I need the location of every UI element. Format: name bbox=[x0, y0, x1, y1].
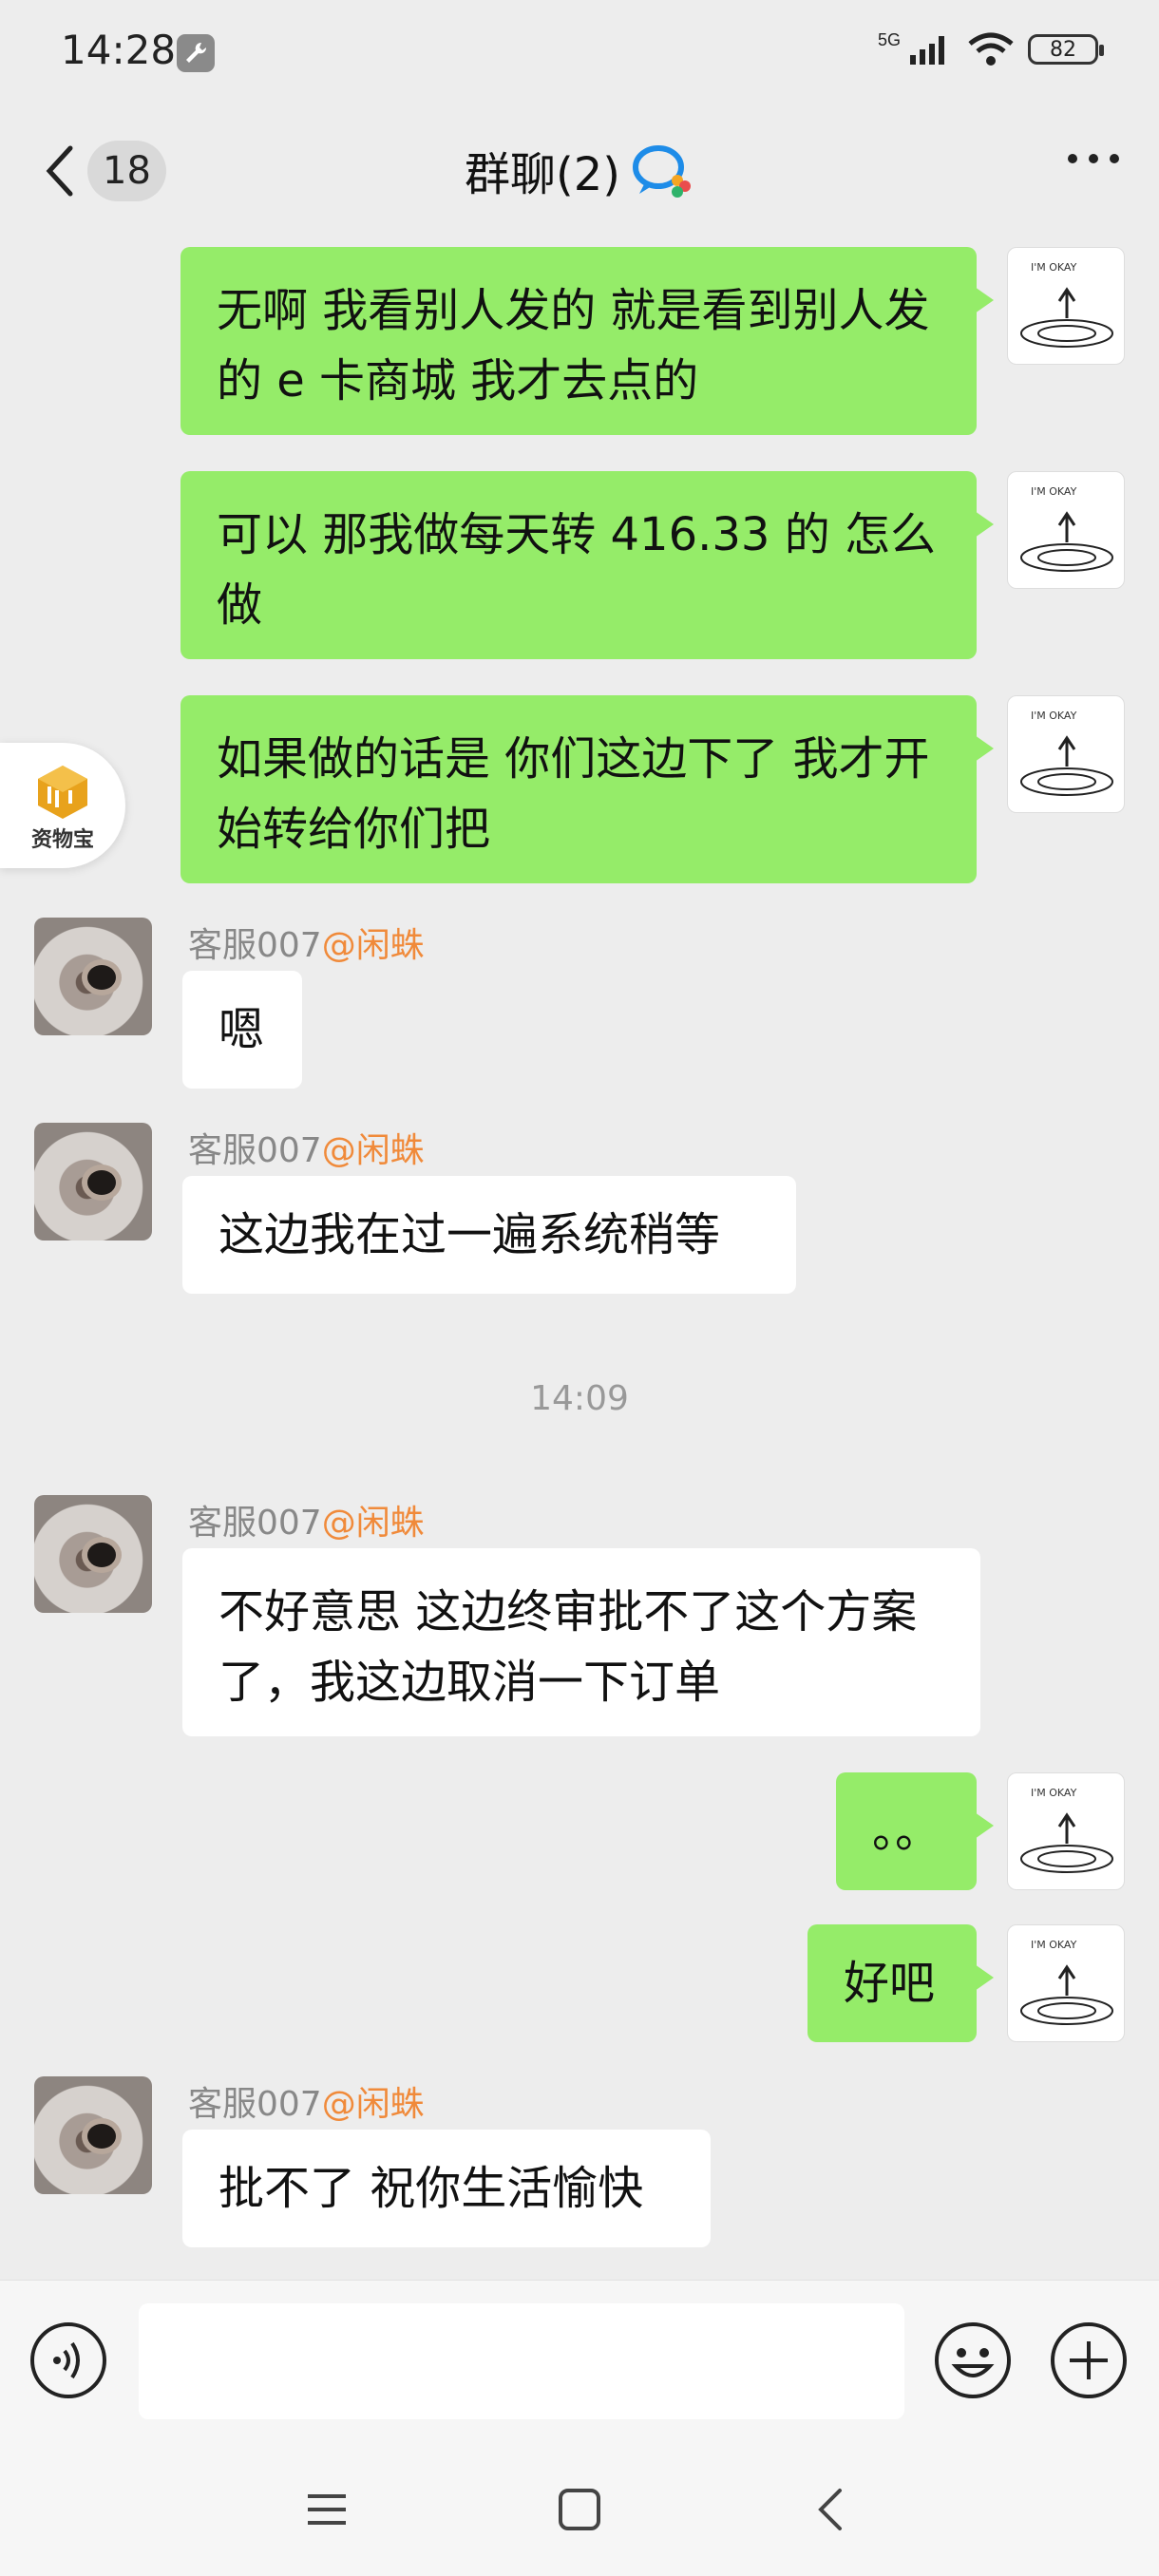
self-avatar[interactable]: I'M OKAY bbox=[1007, 1924, 1125, 2042]
sender-name-line: 客服007@闲蛛 bbox=[188, 1123, 425, 1172]
chat-title: 群聊(2) bbox=[465, 148, 620, 201]
sender-name-line: 客服007@闲蛛 bbox=[188, 1495, 425, 1544]
sender-name: 客服007 bbox=[188, 1504, 322, 1543]
floating-app-widget[interactable]: 资物宝 bbox=[0, 743, 125, 868]
message-bubble-self[interactable]: 可以 那我做每天转 416.33 的 怎么做 bbox=[180, 471, 994, 659]
message-bubble-self[interactable]: 无啊 我看别人发的 就是看到别人发的 e 卡商城 我才去点的 bbox=[180, 247, 994, 435]
cellular-signal-icon: 5G bbox=[878, 30, 944, 65]
message-text-input[interactable] bbox=[139, 2303, 904, 2419]
message-bubble-other[interactable]: 这边我在过一遍系统稍等 bbox=[182, 1176, 796, 1294]
sender-name-line: 客服007@闲蛛 bbox=[188, 2076, 425, 2126]
sender-mention: @闲蛛 bbox=[321, 926, 425, 965]
sender-name: 客服007 bbox=[188, 1131, 322, 1170]
message-bubble-other[interactable]: 不好意思 这边终审批不了这个方案了，我这边取消一下订单 bbox=[182, 1548, 980, 1736]
chat-header: 18 群聊(2) bbox=[0, 104, 1159, 237]
plus-circle-icon bbox=[1051, 2322, 1127, 2398]
message-bubble-other[interactable]: 嗯 bbox=[182, 971, 302, 1089]
home-nav-button[interactable] bbox=[551, 2481, 608, 2538]
more-actions-button[interactable] bbox=[1049, 2320, 1129, 2400]
sender-name: 客服007 bbox=[188, 2085, 322, 2124]
menu-icon bbox=[308, 2494, 346, 2525]
system-navigation-bar bbox=[0, 2443, 1159, 2576]
message-bubble-other[interactable]: 批不了 祝你生活愉快 bbox=[182, 2130, 711, 2247]
self-avatar[interactable]: I'M OKAY bbox=[1007, 247, 1125, 365]
sender-mention: @闲蛛 bbox=[321, 1131, 425, 1170]
agent-avatar[interactable] bbox=[34, 918, 152, 1035]
message-input-bar bbox=[0, 2280, 1159, 2444]
wifi-icon bbox=[968, 32, 1014, 66]
widget-label: 资物宝 bbox=[30, 828, 94, 852]
wrench-icon bbox=[177, 34, 215, 72]
sender-mention: @闲蛛 bbox=[321, 2085, 425, 2124]
status-bar: 14:28 5G 82 bbox=[0, 0, 1159, 104]
self-avatar[interactable]: I'M OKAY bbox=[1007, 695, 1125, 813]
cube-logo-icon bbox=[38, 766, 87, 819]
voice-input-button[interactable] bbox=[28, 2320, 108, 2400]
back-nav-button[interactable] bbox=[804, 2481, 861, 2538]
sender-name: 客服007 bbox=[188, 926, 322, 965]
voice-icon bbox=[30, 2322, 106, 2398]
sender-name-line: 客服007@闲蛛 bbox=[188, 918, 425, 967]
agent-avatar[interactable] bbox=[34, 2076, 152, 2194]
self-avatar[interactable]: I'M OKAY bbox=[1007, 471, 1125, 589]
timestamp-divider: 14:09 bbox=[530, 1379, 629, 1418]
emoji-button[interactable] bbox=[933, 2320, 1013, 2400]
back-chevron-icon bbox=[818, 2489, 842, 2530]
battery-indicator: 82 bbox=[1028, 34, 1104, 65]
status-time: 14:28 bbox=[61, 27, 177, 73]
more-options-button[interactable] bbox=[1068, 154, 1119, 163]
self-avatar[interactable]: I'M OKAY bbox=[1007, 1772, 1125, 1890]
agent-avatar[interactable] bbox=[34, 1123, 152, 1241]
agent-avatar[interactable] bbox=[34, 1495, 152, 1613]
sender-mention: @闲蛛 bbox=[321, 1504, 425, 1543]
message-bubble-self[interactable]: 好吧 bbox=[808, 1924, 994, 2042]
svg-text:5G: 5G bbox=[878, 30, 901, 49]
home-square-icon bbox=[559, 2489, 600, 2530]
menu-nav-button[interactable] bbox=[298, 2481, 355, 2538]
emoji-icon bbox=[935, 2322, 1011, 2398]
message-bubble-self[interactable]: 如果做的话是 你们这边下了 我才开始转给你们把 bbox=[180, 695, 994, 883]
wecom-chat-icon bbox=[633, 145, 691, 198]
message-bubble-self[interactable]: 。。 bbox=[836, 1772, 994, 1890]
